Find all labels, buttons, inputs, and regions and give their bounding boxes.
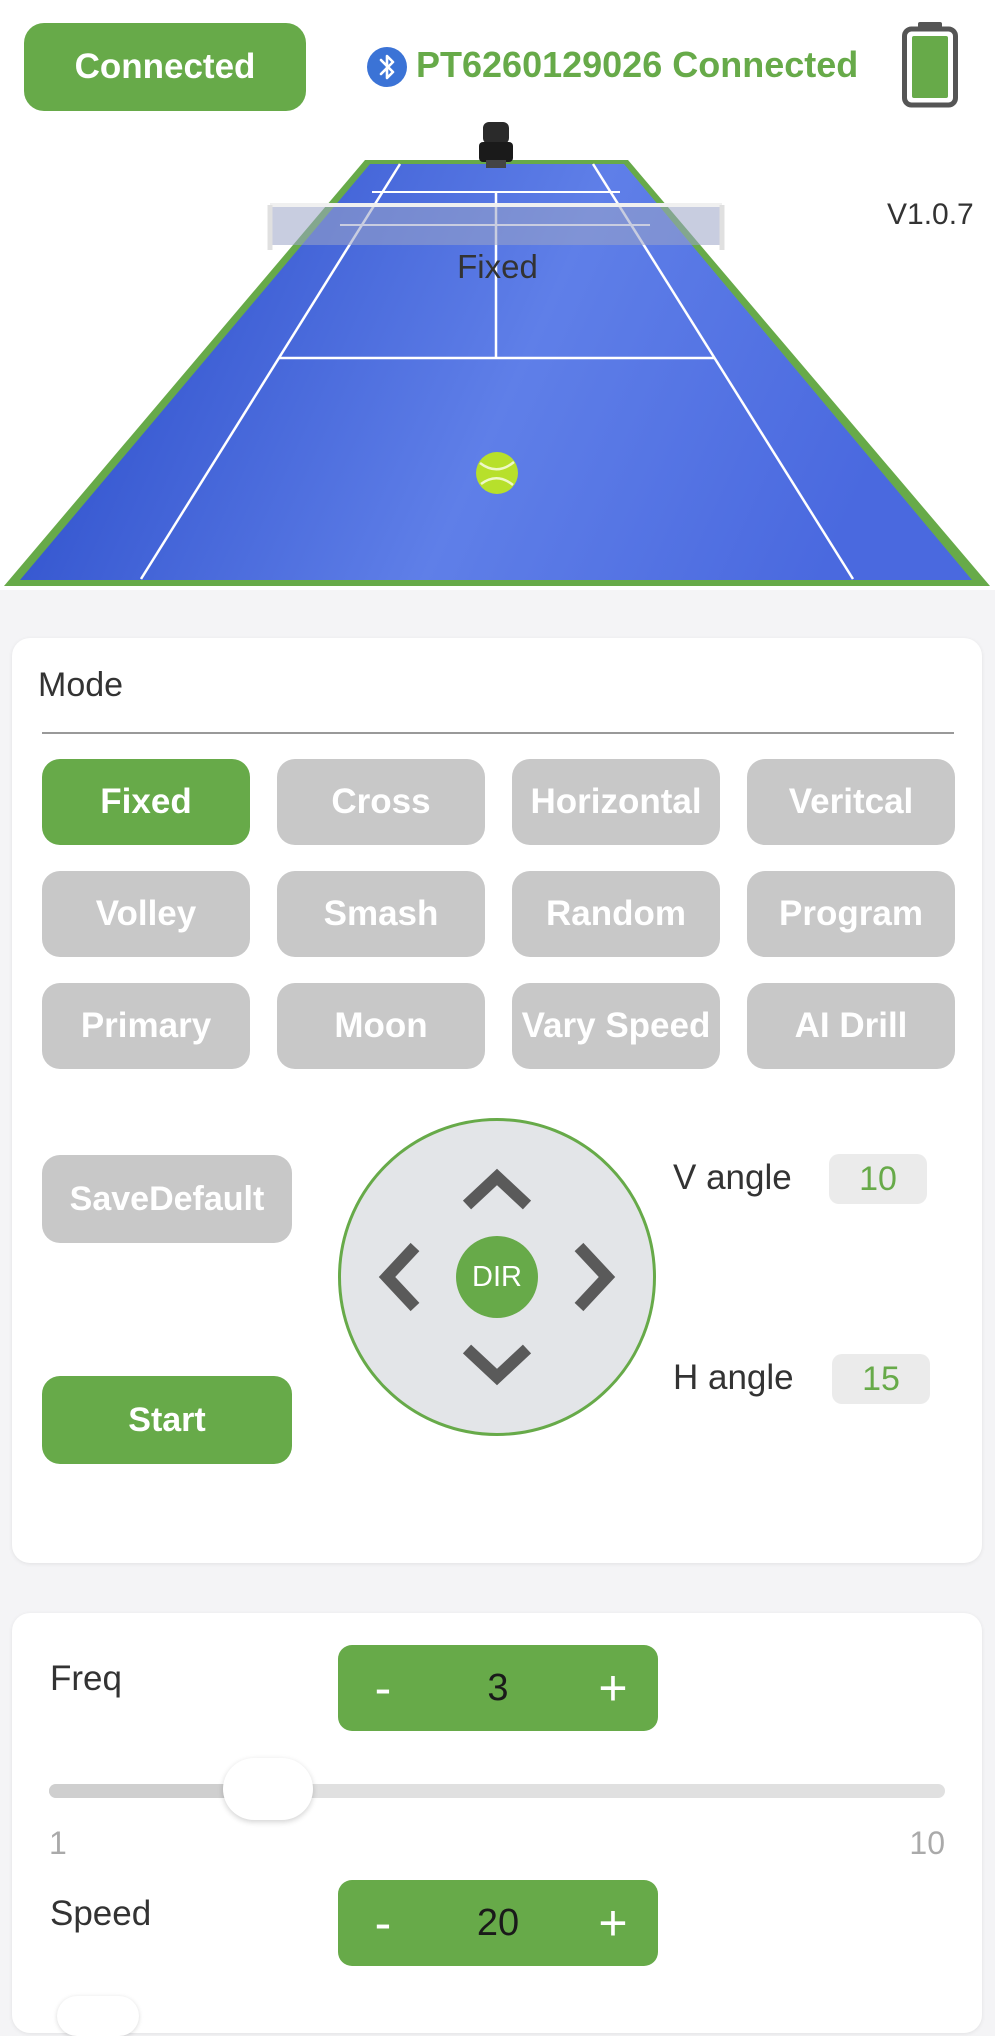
chevron-right-icon[interactable] bbox=[553, 1237, 633, 1317]
tennis-court[interactable] bbox=[0, 120, 995, 590]
battery-full-icon bbox=[902, 22, 958, 108]
tennis-ball-icon bbox=[476, 452, 518, 494]
mode-button-moon[interactable]: Moon bbox=[277, 983, 485, 1069]
freq-max-label: 10 bbox=[909, 1825, 945, 1861]
save-default-button[interactable]: SaveDefault bbox=[42, 1155, 292, 1243]
speed-slider-thumb[interactable] bbox=[57, 1996, 139, 2036]
freq-slider-thumb[interactable] bbox=[223, 1758, 314, 1820]
divider bbox=[42, 732, 954, 734]
dir-button[interactable]: DIR bbox=[456, 1236, 538, 1318]
mode-grid: Fixed Cross Horizontal Veritcal Volley Smash R… bbox=[42, 759, 955, 1069]
mode-button-cross[interactable]: Cross bbox=[277, 759, 485, 845]
mode-button-horizontal[interactable]: Horizontal bbox=[512, 759, 720, 845]
mode-button-vary-speed[interactable]: Vary Speed bbox=[512, 983, 720, 1069]
chevron-up-icon[interactable] bbox=[457, 1151, 537, 1231]
mode-button-primary[interactable]: Primary bbox=[42, 983, 250, 1069]
freq-label: Freq bbox=[50, 1659, 122, 1698]
court-view: V1.0.7 Fixed bbox=[0, 120, 995, 590]
mode-button-random[interactable]: Random bbox=[512, 871, 720, 957]
freq-value: 3 bbox=[487, 1666, 509, 1709]
mode-button-fixed[interactable]: Fixed bbox=[42, 759, 250, 845]
device-status: PT6260129026 Connected bbox=[416, 44, 859, 85]
direction-pad[interactable]: DIR bbox=[338, 1118, 656, 1436]
mode-button-smash[interactable]: Smash bbox=[277, 871, 485, 957]
top-bar: Connected PT6260129026 Connected bbox=[0, 0, 995, 120]
mode-panel: Mode Fixed Cross Horizontal Veritcal Volley S… bbox=[12, 638, 982, 1563]
freq-slider[interactable] bbox=[49, 1758, 945, 1820]
mode-button-program[interactable]: Program bbox=[747, 871, 955, 957]
court-mode-label: Fixed bbox=[457, 248, 538, 285]
settings-panel: Freq - 3 + 1 10 Speed - 20 + bbox=[12, 1613, 982, 2036]
bluetooth-icon bbox=[367, 47, 407, 87]
chevron-left-icon[interactable] bbox=[361, 1237, 441, 1317]
mode-title: Mode bbox=[38, 666, 124, 704]
connected-button[interactable]: Connected bbox=[24, 23, 306, 111]
mode-button-ai-drill[interactable]: AI Drill bbox=[747, 983, 955, 1069]
mode-button-veritcal[interactable]: Veritcal bbox=[747, 759, 955, 845]
speed-value: 20 bbox=[476, 1901, 520, 1944]
freq-increment-button[interactable]: + bbox=[568, 1645, 658, 1731]
ball-machine-icon bbox=[479, 122, 513, 168]
speed-label: Speed bbox=[50, 1894, 152, 1933]
h-angle-label: H angle bbox=[673, 1358, 794, 1397]
version-label: V1.0.7 bbox=[887, 198, 974, 231]
v-angle-value[interactable]: 10 bbox=[829, 1154, 927, 1204]
v-angle-label: V angle bbox=[673, 1158, 792, 1197]
speed-decrement-button[interactable]: - bbox=[338, 1880, 428, 1966]
speed-stepper: - 20 + bbox=[338, 1880, 658, 1966]
start-button[interactable]: Start bbox=[42, 1376, 292, 1464]
chevron-down-icon[interactable] bbox=[457, 1323, 537, 1403]
mode-button-volley[interactable]: Volley bbox=[42, 871, 250, 957]
freq-decrement-button[interactable]: - bbox=[338, 1645, 428, 1731]
freq-min-label: 1 bbox=[49, 1825, 67, 1861]
speed-increment-button[interactable]: + bbox=[568, 1880, 658, 1966]
h-angle-value[interactable]: 15 bbox=[832, 1354, 930, 1404]
freq-stepper: - 3 + bbox=[338, 1645, 658, 1731]
